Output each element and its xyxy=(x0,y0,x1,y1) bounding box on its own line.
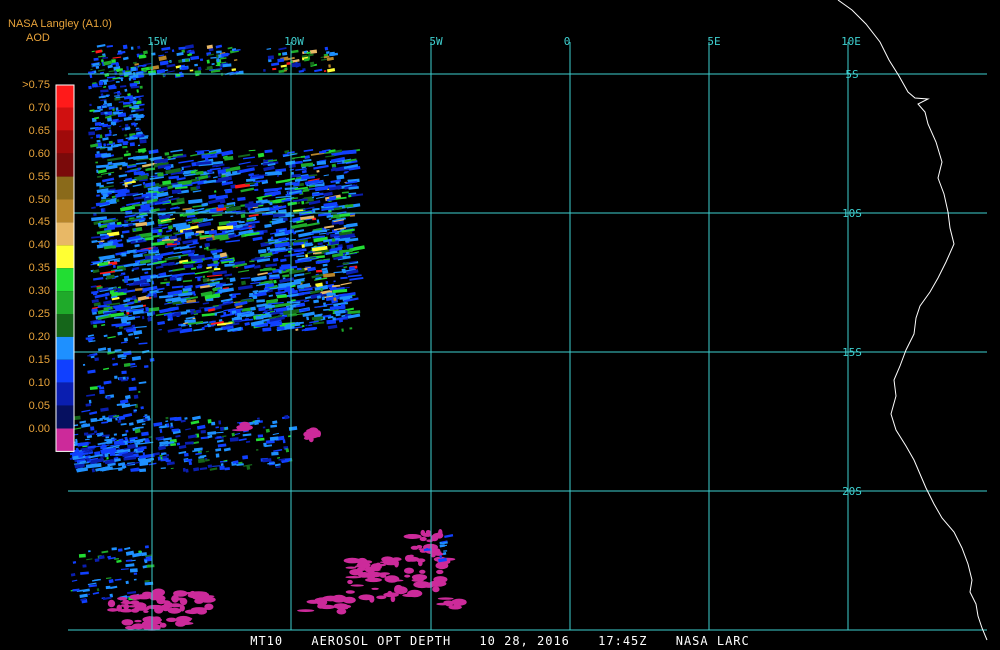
latitude-label: 20S xyxy=(842,485,862,498)
legend-swatch xyxy=(56,199,74,223)
legend-label: 0.30 xyxy=(28,285,50,298)
legend-label: 0.55 xyxy=(28,170,50,183)
legend-swatch xyxy=(56,268,74,292)
legend-label: 0.00 xyxy=(28,422,50,435)
aerosol-map: 15W 10W 5W 0 5E 10E 5S 10S 15S 20S xyxy=(55,0,988,641)
footer-time: 17:45Z xyxy=(598,634,648,648)
longitude-label: 0 xyxy=(564,35,571,48)
legend-swatch xyxy=(56,130,74,154)
coastline xyxy=(837,0,988,641)
legend-label: 0.25 xyxy=(28,308,50,320)
legend-label: 0.20 xyxy=(28,330,50,343)
legend-swatch xyxy=(56,222,74,246)
legend-label: 0.15 xyxy=(28,353,50,366)
legend-swatch xyxy=(56,176,74,200)
longitude-label: 10E xyxy=(841,35,861,48)
latitude-label: 10S xyxy=(842,207,862,220)
legend-swatch xyxy=(56,382,74,406)
legend-swatch xyxy=(56,336,74,360)
legend-label: 0.70 xyxy=(28,101,50,114)
longitude-label: 15W xyxy=(147,35,167,48)
legend-label: 0.65 xyxy=(28,124,50,137)
footer-product: AEROSOL OPT DEPTH xyxy=(311,634,452,648)
footer-agency: NASA LARC xyxy=(675,634,750,648)
latitude-label: 5S xyxy=(845,68,858,81)
legend-label: 0.50 xyxy=(28,193,50,206)
longitude-label: 10W xyxy=(284,35,304,48)
legend-label: 0.40 xyxy=(28,239,50,252)
legend-swatch xyxy=(56,359,74,383)
latitude-label: 15S xyxy=(842,346,862,359)
legend-swatch xyxy=(56,245,74,269)
header-org: NASA Langley (A1.0) xyxy=(8,18,112,30)
longitude-label: 5W xyxy=(429,35,443,48)
legend-label: 0.45 xyxy=(28,216,50,229)
legend-label: 0.35 xyxy=(28,262,50,275)
legend-label: 0.60 xyxy=(28,147,50,160)
coastline-path xyxy=(837,0,988,641)
aod-pixel-layer xyxy=(69,43,467,631)
legend-swatch xyxy=(56,153,74,177)
legend-swatch xyxy=(56,107,74,131)
footer-date: 10 28, 2016 xyxy=(479,634,570,648)
header-product: AOD xyxy=(26,32,50,44)
lat-lon-grid xyxy=(68,42,987,631)
color-legend-bar xyxy=(55,84,75,452)
legend-swatch xyxy=(56,291,74,314)
legend-swatch xyxy=(56,314,74,337)
legend-label: 0.10 xyxy=(28,376,50,389)
legend-label: 0.05 xyxy=(28,399,50,412)
longitude-label: 5E xyxy=(707,35,720,48)
legend-label: >0.75 xyxy=(22,79,50,91)
legend-swatch xyxy=(56,405,74,429)
footer-satellite: MT10 xyxy=(250,634,284,648)
legend-swatch xyxy=(56,428,74,452)
footer-caption: MT10 AEROSOL OPT DEPTH 10 28, 2016 17:45… xyxy=(0,634,1000,648)
legend-swatch xyxy=(56,85,74,108)
